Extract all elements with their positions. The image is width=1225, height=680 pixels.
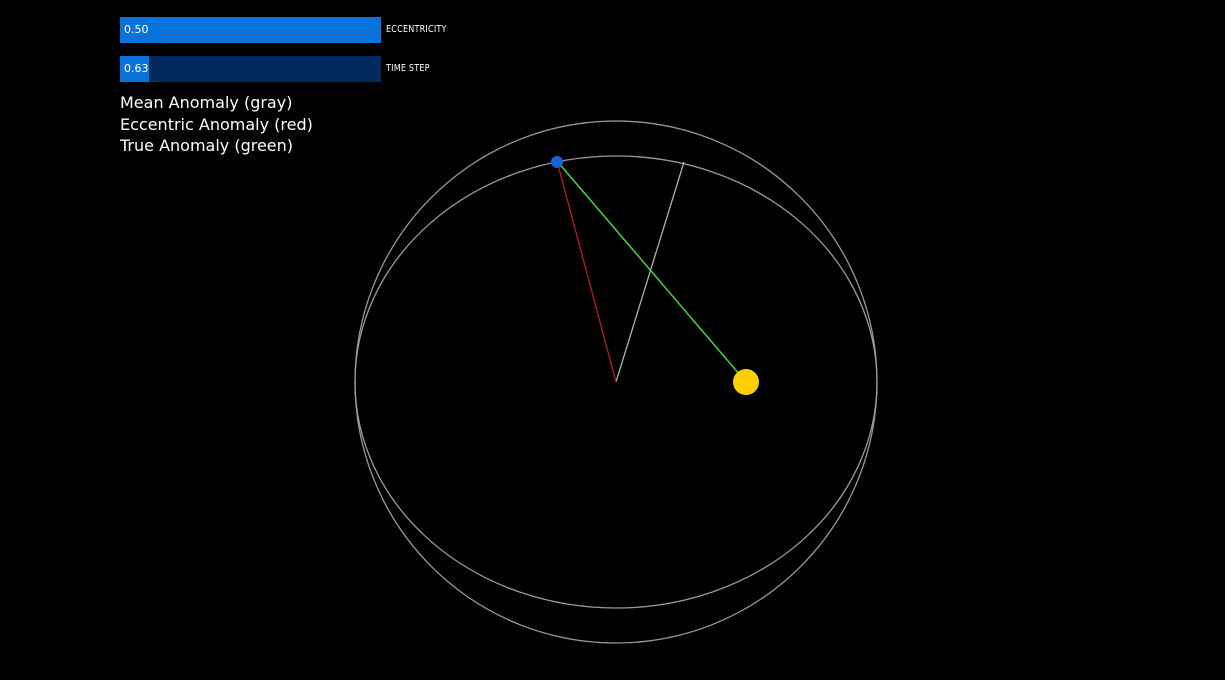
eccentric-anomaly-line	[556, 160, 617, 383]
mean-anomaly-line	[615, 161, 685, 383]
sun	[733, 369, 759, 395]
planet	[551, 156, 563, 168]
true-anomaly-line	[556, 160, 747, 383]
orbit-canvas	[354, 120, 878, 644]
